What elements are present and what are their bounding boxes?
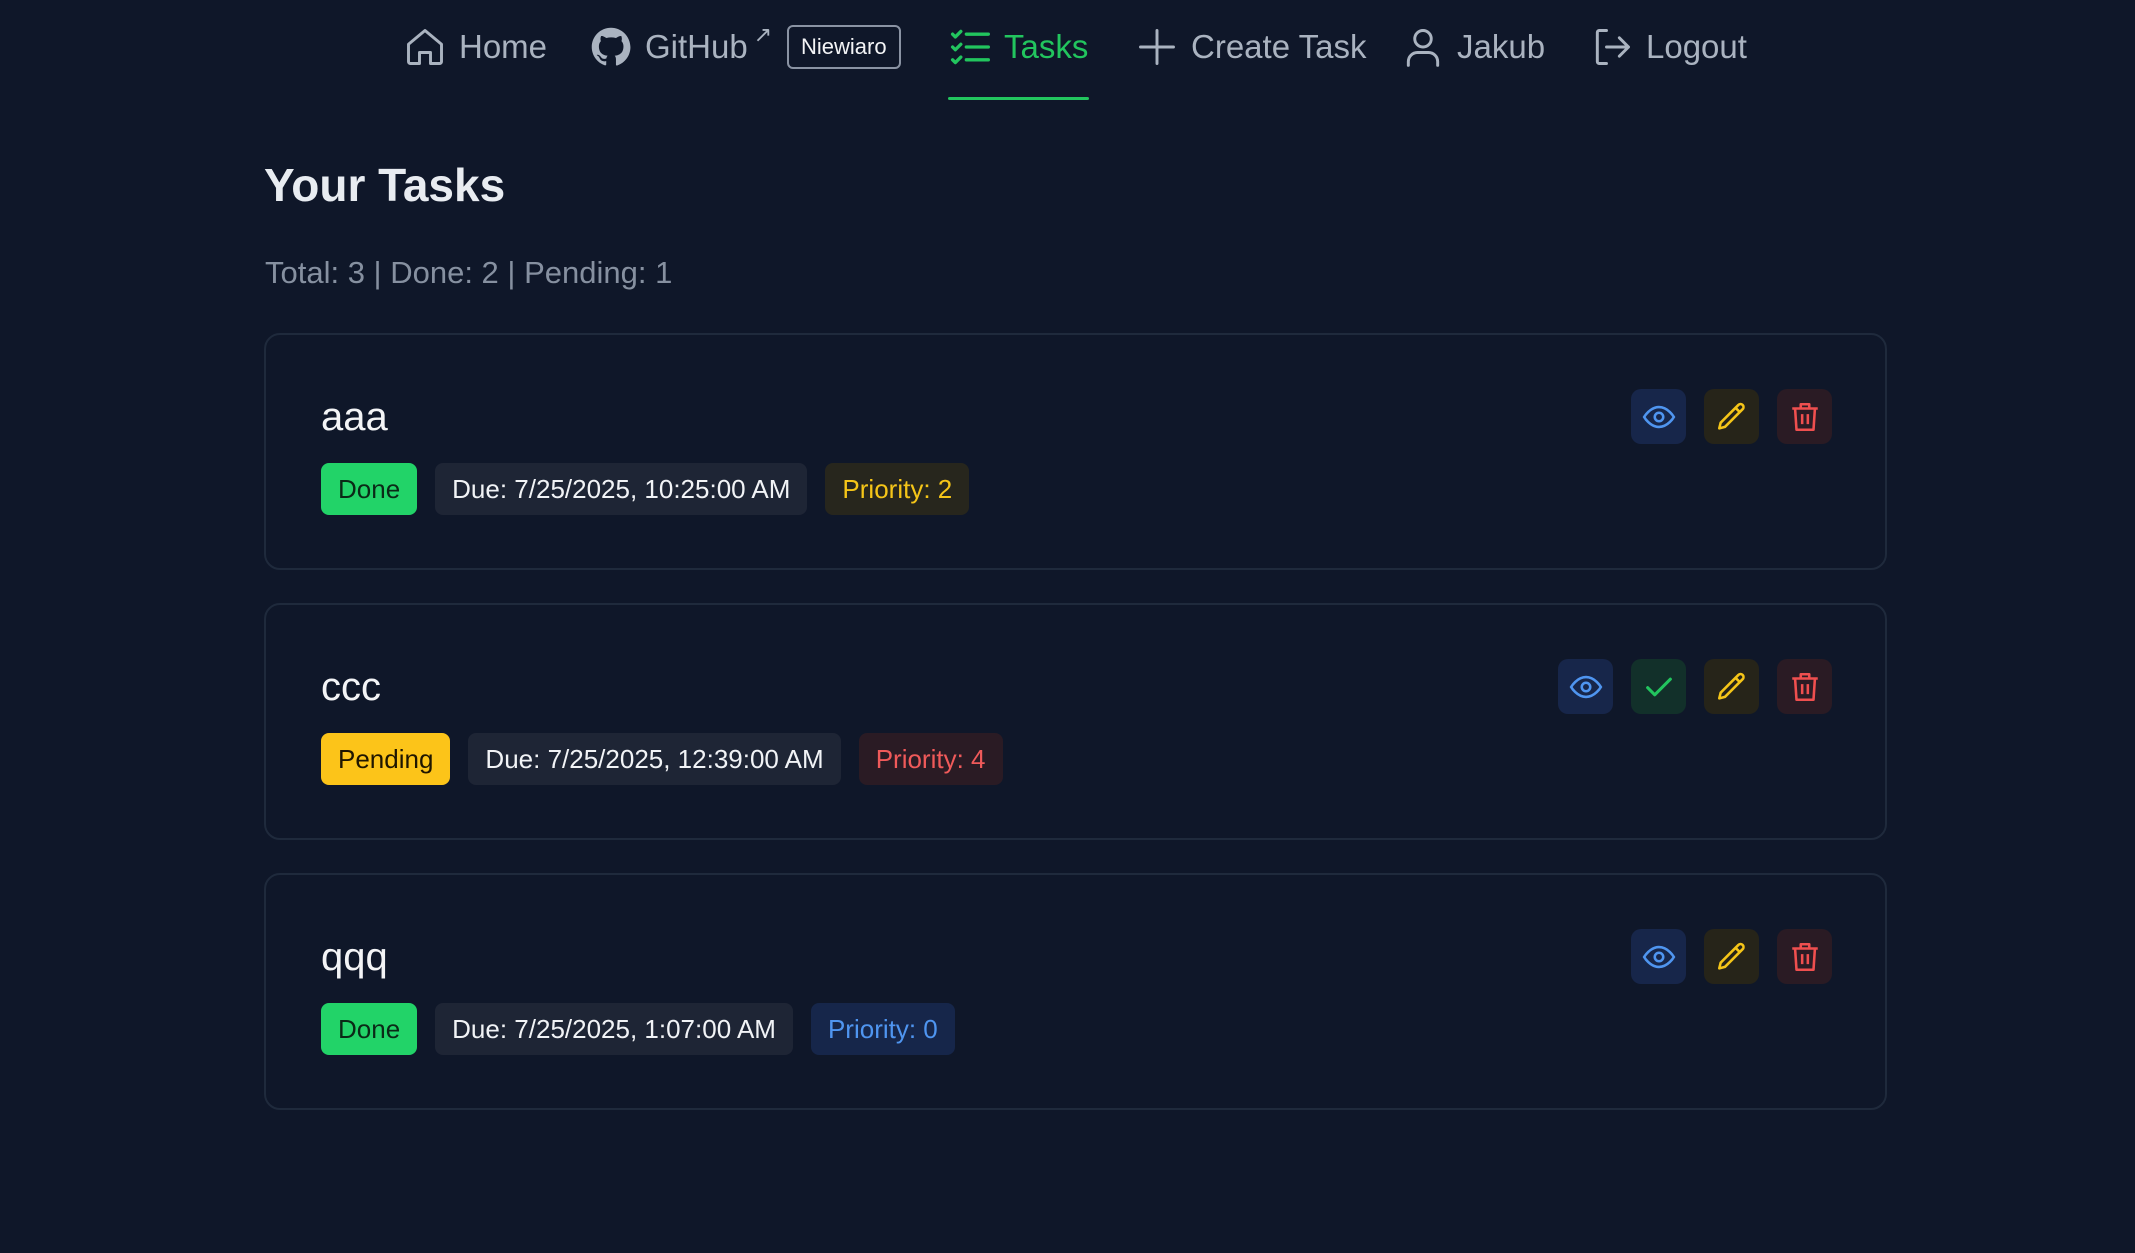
github-icon bbox=[591, 27, 631, 66]
nav-logout-label: Logout bbox=[1646, 28, 1747, 65]
delete-task-button[interactable] bbox=[1777, 929, 1832, 984]
pencil-icon bbox=[1717, 402, 1745, 430]
task-actions bbox=[1631, 929, 1832, 984]
eye-icon bbox=[1569, 675, 1602, 698]
task-card: qqq Done Due: 7/25/2025, 1:07:00 AM Prio… bbox=[264, 873, 1887, 1110]
task-tags: Done Due: 7/25/2025, 1:07:00 AM Priority… bbox=[321, 1003, 955, 1055]
top-navigation: Home GitHub ↗ Niewiaro Tasks Create Task… bbox=[0, 0, 2135, 100]
mark-done-button[interactable] bbox=[1631, 659, 1686, 714]
nav-user-label: Jakub bbox=[1457, 28, 1546, 65]
status-badge: Done bbox=[321, 1003, 418, 1055]
trash-icon bbox=[1791, 402, 1818, 431]
nav-github-label: GitHub bbox=[645, 28, 748, 65]
task-stats: Total: 3 | Done: 2 | Pending: 1 bbox=[265, 255, 673, 290]
view-task-button[interactable] bbox=[1631, 389, 1686, 444]
view-task-button[interactable] bbox=[1631, 929, 1686, 984]
task-card: aaa Done Due: 7/25/2025, 10:25:00 AM Pri… bbox=[264, 333, 1887, 570]
page-title: Your Tasks bbox=[264, 159, 506, 211]
nav-tasks-link[interactable]: Tasks bbox=[948, 22, 1088, 72]
task-actions bbox=[1631, 389, 1832, 444]
active-tab-indicator bbox=[948, 97, 1089, 100]
task-title: qqq bbox=[321, 935, 388, 979]
nav-create-task-label: Create Task bbox=[1191, 28, 1367, 65]
delete-task-button[interactable] bbox=[1777, 389, 1832, 444]
eye-icon bbox=[1642, 405, 1675, 428]
task-list-icon bbox=[950, 29, 990, 65]
nav-logout-link[interactable]: Logout bbox=[1590, 22, 1747, 72]
home-icon bbox=[407, 29, 443, 65]
nav-create-task-link[interactable]: Create Task bbox=[1135, 22, 1366, 72]
delete-task-button[interactable] bbox=[1777, 659, 1832, 714]
task-title: ccc bbox=[321, 665, 381, 709]
trash-icon bbox=[1791, 672, 1818, 701]
task-tags: Done Due: 7/25/2025, 10:25:00 AM Priorit… bbox=[321, 463, 970, 515]
due-date-badge: Due: 7/25/2025, 12:39:00 AM bbox=[468, 733, 841, 785]
status-badge: Done bbox=[321, 463, 418, 515]
external-link-icon: ↗ bbox=[753, 22, 773, 47]
check-icon bbox=[1645, 677, 1672, 696]
due-date-badge: Due: 7/25/2025, 1:07:00 AM bbox=[435, 1003, 793, 1055]
view-task-button[interactable] bbox=[1558, 659, 1613, 714]
github-username-badge[interactable]: Niewiaro bbox=[787, 25, 901, 69]
nav-user-link[interactable]: Jakub bbox=[1401, 22, 1545, 72]
priority-badge: Priority: 4 bbox=[858, 733, 1003, 785]
nav-home-link[interactable]: Home bbox=[403, 22, 547, 72]
task-actions bbox=[1558, 659, 1832, 714]
pencil-icon bbox=[1717, 942, 1745, 970]
priority-badge: Priority: 0 bbox=[810, 1003, 955, 1055]
nav-github-link[interactable]: GitHub ↗ bbox=[589, 22, 772, 72]
eye-icon bbox=[1642, 945, 1675, 968]
status-badge: Pending bbox=[321, 733, 451, 785]
user-icon bbox=[1406, 29, 1440, 67]
task-title: aaa bbox=[321, 395, 388, 439]
logout-icon bbox=[1595, 29, 1630, 65]
priority-badge: Priority: 2 bbox=[825, 463, 970, 515]
nav-home-label: Home bbox=[459, 28, 548, 65]
edit-task-button[interactable] bbox=[1704, 929, 1759, 984]
task-tags: Pending Due: 7/25/2025, 12:39:00 AM Prio… bbox=[321, 733, 1003, 785]
trash-icon bbox=[1791, 942, 1818, 971]
due-date-badge: Due: 7/25/2025, 10:25:00 AM bbox=[435, 463, 808, 515]
edit-task-button[interactable] bbox=[1704, 389, 1759, 444]
task-card: ccc Pending Due: 7/25/2025, 12:39:00 AM … bbox=[264, 603, 1887, 840]
edit-task-button[interactable] bbox=[1704, 659, 1759, 714]
nav-tasks-label: Tasks bbox=[1004, 28, 1089, 65]
plus-icon bbox=[1139, 29, 1175, 65]
pencil-icon bbox=[1717, 672, 1745, 700]
